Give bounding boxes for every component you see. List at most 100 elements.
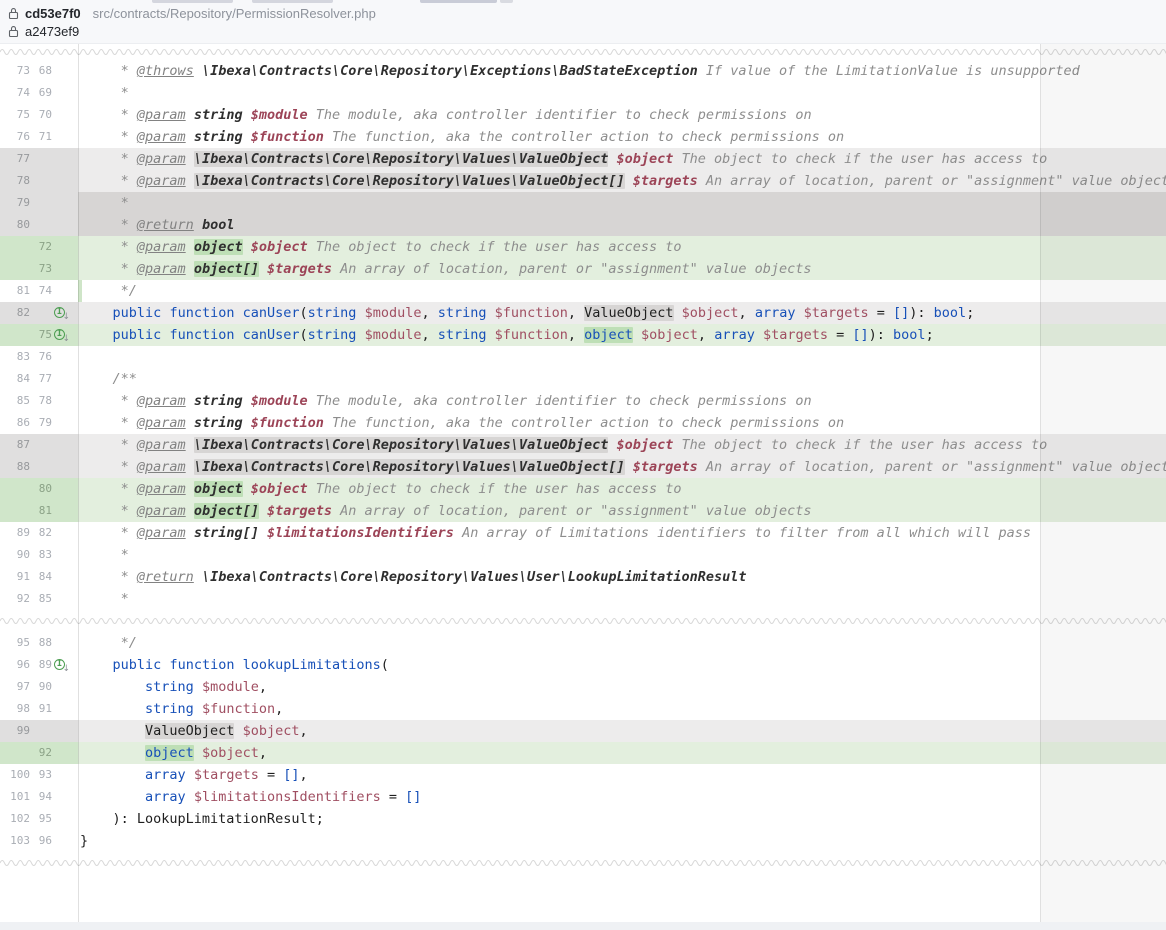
- old-line-number: 80: [0, 214, 30, 236]
- code-token: []: [893, 305, 909, 321]
- code-line[interactable]: * @param string[] $limitationsIdentifier…: [78, 522, 1166, 544]
- code-line[interactable]: * @return bool: [78, 214, 1166, 236]
- implementations-icon[interactable]: I↓: [54, 659, 65, 670]
- code-token: }: [80, 833, 88, 849]
- code-line[interactable]: * @param object $object The object to ch…: [78, 236, 1166, 258]
- code-token: lookupLimitations: [243, 657, 381, 673]
- code-token: *: [80, 503, 137, 519]
- diff-row: 7368 * @throws \Ibexa\Contracts\Core\Rep…: [0, 60, 1166, 82]
- code-token: $object: [243, 723, 300, 739]
- code-token: The object to check if the user has acce…: [673, 437, 1047, 453]
- new-line-number: 75: [30, 324, 52, 346]
- old-line-number: 81: [0, 280, 30, 302]
- code-token: The object to check if the user has acce…: [308, 239, 682, 255]
- diff-row: 10194 array $limitationsIdentifiers = []: [0, 786, 1166, 808]
- diff-row: 9891 string $function,: [0, 698, 1166, 720]
- code-line[interactable]: *: [78, 192, 1166, 214]
- code-token: [186, 459, 194, 475]
- code-line[interactable]: /**: [78, 368, 1166, 390]
- collapsed-region-separator[interactable]: [0, 852, 1166, 874]
- diff-row: 87 * @param \Ibexa\Contracts\Core\Reposi…: [0, 434, 1166, 456]
- code-token: bool: [934, 305, 967, 321]
- code-token: [80, 789, 145, 805]
- code-token: ,: [299, 723, 307, 739]
- code-token: An array of location, parent or "assignm…: [332, 503, 812, 519]
- code-token: An array of Limitations identifiers to f…: [454, 525, 1031, 541]
- code-token: [234, 657, 242, 673]
- collapsed-region-separator[interactable]: [0, 44, 1166, 60]
- diff-row: 99 ValueObject $object,: [0, 720, 1166, 742]
- code-line[interactable]: */: [78, 280, 1166, 302]
- code-line[interactable]: * @param object $object The object to ch…: [78, 478, 1166, 500]
- code-line[interactable]: [78, 346, 1166, 368]
- code-token: [186, 129, 194, 145]
- code-line[interactable]: array $targets = [],: [78, 764, 1166, 786]
- code-token: $targets: [267, 261, 332, 277]
- code-token: [80, 327, 113, 343]
- code-line[interactable]: public function lookupLimitations(: [78, 654, 1166, 676]
- code-line[interactable]: public function canUser(string $module, …: [78, 324, 1166, 346]
- code-line[interactable]: ValueObject $object,: [78, 720, 1166, 742]
- diff-row: 10396}: [0, 830, 1166, 852]
- code-line[interactable]: * @param \Ibexa\Contracts\Core\Repositor…: [78, 148, 1166, 170]
- code-token: object: [584, 327, 633, 343]
- code-line[interactable]: ): LookupLimitationResult;: [78, 808, 1166, 830]
- code-token: ,: [300, 767, 308, 783]
- code-token: [186, 261, 194, 277]
- code-token: [186, 767, 194, 783]
- code-line[interactable]: * @param string $module The module, aka …: [78, 104, 1166, 126]
- code-line[interactable]: *: [78, 544, 1166, 566]
- code-token: ,: [259, 679, 267, 695]
- code-line[interactable]: * @param string $function The function, …: [78, 412, 1166, 434]
- code-line[interactable]: string $function,: [78, 698, 1166, 720]
- code-line[interactable]: * @param \Ibexa\Contracts\Core\Repositor…: [78, 434, 1166, 456]
- old-line-number: 95: [0, 632, 30, 654]
- diff-row: 80 * @return bool: [0, 214, 1166, 236]
- line-number-gutter: 8578: [0, 390, 78, 412]
- code-line[interactable]: * @param object[] $targets An array of l…: [78, 500, 1166, 522]
- code-token: [234, 327, 242, 343]
- code-line[interactable]: *: [78, 82, 1166, 104]
- line-number-gutter: 73: [0, 258, 78, 280]
- code-line[interactable]: * @return \Ibexa\Contracts\Core\Reposito…: [78, 566, 1166, 588]
- old-line-number: 89: [0, 522, 30, 544]
- code-token: *: [80, 569, 137, 585]
- code-line[interactable]: object $object,: [78, 742, 1166, 764]
- code-line[interactable]: */: [78, 632, 1166, 654]
- collapsed-region-separator[interactable]: [0, 610, 1166, 632]
- code-token: $object: [616, 437, 673, 453]
- code-line[interactable]: public function canUser(string $module, …: [78, 302, 1166, 324]
- diff-body: 7368 * @throws \Ibexa\Contracts\Core\Rep…: [0, 44, 1166, 874]
- code-token: $object: [202, 745, 259, 761]
- code-line[interactable]: * @param \Ibexa\Contracts\Core\Repositor…: [78, 456, 1166, 478]
- code-line[interactable]: }: [78, 830, 1166, 852]
- code-token: [80, 657, 113, 673]
- line-number-gutter: 80: [0, 478, 78, 500]
- code-token: [194, 569, 202, 585]
- line-number-gutter: 88: [0, 456, 78, 478]
- code-token: *: [80, 459, 137, 475]
- code-line[interactable]: string $module,: [78, 676, 1166, 698]
- code-line[interactable]: * @param string $module The module, aka …: [78, 390, 1166, 412]
- old-line-number: [0, 236, 30, 258]
- code-token: *: [80, 525, 137, 541]
- file-path: src/contracts/Repository/PermissionResol…: [93, 6, 376, 21]
- code-token: \Ibexa\Contracts\Core\Repository\Values\…: [194, 151, 609, 167]
- code-line[interactable]: *: [78, 588, 1166, 610]
- code-token: [356, 305, 364, 321]
- code-token: [194, 217, 202, 233]
- implementations-icon[interactable]: I↓: [54, 329, 65, 340]
- line-number-gutter: 82I↓: [0, 302, 78, 324]
- code-token: @throws: [137, 63, 194, 79]
- code-line[interactable]: * @param object[] $targets An array of l…: [78, 258, 1166, 280]
- new-line-number: [30, 192, 52, 214]
- code-token: @return: [137, 217, 194, 233]
- code-line[interactable]: * @param string $function The function, …: [78, 126, 1166, 148]
- implementations-icon[interactable]: I↓: [54, 307, 65, 318]
- code-token: @return: [137, 569, 194, 585]
- diff-viewer-window: cd53e7f0 src/contracts/Repository/Permis…: [0, 0, 1166, 930]
- code-line[interactable]: * @throws \Ibexa\Contracts\Core\Reposito…: [78, 60, 1166, 82]
- code-token: $limitationsIdentifiers: [194, 789, 381, 805]
- code-line[interactable]: * @param \Ibexa\Contracts\Core\Repositor…: [78, 170, 1166, 192]
- code-line[interactable]: array $limitationsIdentifiers = []: [78, 786, 1166, 808]
